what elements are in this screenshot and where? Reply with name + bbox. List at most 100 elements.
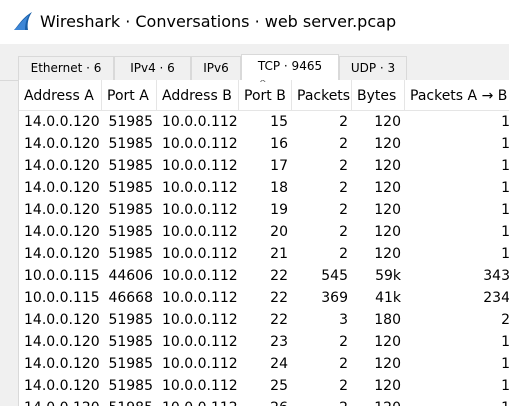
cell-address-a: 14.0.0.120 bbox=[24, 202, 100, 218]
cell-bytes: 41k bbox=[375, 290, 401, 306]
cell-address-b: 10.0.0.112 bbox=[162, 268, 238, 284]
cell-address-b: 10.0.0.112 bbox=[162, 246, 238, 262]
cell-address-a: 14.0.0.120 bbox=[24, 334, 100, 350]
cell-port-b: 20 bbox=[270, 224, 288, 240]
tab-tcp[interactable]: TCP · 9465 bbox=[241, 54, 339, 82]
column-header-packets[interactable]: Packets bbox=[292, 80, 352, 110]
cell-port-b: 24 bbox=[270, 356, 288, 372]
table-row[interactable]: 14.0.0.120 51985 10.0.0.112 22 3 1802 bbox=[19, 309, 509, 331]
table-row[interactable]: 14.0.0.120 51985 10.0.0.112 20 2 1201 bbox=[19, 221, 509, 243]
cell-port-b: 19 bbox=[270, 202, 288, 218]
table-row[interactable]: 14.0.0.120 51985 10.0.0.112 17 2 1201 bbox=[19, 155, 509, 177]
column-header-packets-a-to-b[interactable]: Packets A → B bbox=[405, 80, 509, 110]
cell-packets: 2 bbox=[339, 334, 348, 350]
cell-packets-a-to-b: 2 bbox=[405, 309, 509, 331]
tab-ethernet[interactable]: Ethernet · 6 bbox=[18, 56, 114, 80]
table-row[interactable]: 14.0.0.120 51985 10.0.0.112 24 2 1201 bbox=[19, 353, 509, 375]
sort-ascending-icon: ^ bbox=[259, 80, 267, 89]
cell-packets: 2 bbox=[292, 397, 352, 406]
column-header-port-b-label: Port B bbox=[244, 88, 286, 104]
cell-port-b: 17 bbox=[270, 158, 288, 174]
cell-port-b: 26 bbox=[239, 397, 292, 406]
cell-packets: 2 bbox=[339, 356, 348, 372]
cell-address-b: 10.0.0.112 bbox=[157, 397, 239, 406]
cell-address-a: 10.0.0.115 bbox=[24, 290, 100, 306]
cell-bytes: 120 bbox=[374, 334, 401, 350]
cell-bytes: 120 bbox=[374, 158, 401, 174]
cell-packets: 2 bbox=[339, 378, 348, 394]
cell-port-a: 46668 bbox=[108, 290, 153, 306]
table-row[interactable]: 10.0.0.115 46668 10.0.0.112 22 369 41k 234 bbox=[19, 287, 509, 309]
cell-packets-a-to-b: 1 bbox=[405, 353, 509, 375]
column-header-address-a[interactable]: Address A bbox=[19, 80, 102, 110]
cell-port-a: 51985 bbox=[108, 136, 153, 152]
cell-port-a: 51985 bbox=[108, 356, 153, 372]
table-row[interactable]: 14.0.0.120 51985 10.0.0.112 23 2 1201 bbox=[19, 331, 509, 353]
table-row[interactable]: 14.0.0.120 51985 10.0.0.112 25 2 1201 bbox=[19, 375, 509, 397]
cell-port-a: 51985 bbox=[108, 114, 153, 130]
cell-address-b: 10.0.0.112 bbox=[162, 202, 238, 218]
cell-address-a: 14.0.0.120 bbox=[24, 114, 100, 130]
cell-packets: 2 bbox=[339, 158, 348, 174]
tab-ipv6-label: IPv6 bbox=[203, 61, 229, 75]
cell-port-b: 21 bbox=[270, 246, 288, 262]
cell-port-b: 22 bbox=[270, 312, 288, 328]
conversation-tabs: Ethernet · 6 IPv4 · 6 IPv6 TCP · 9465 UD… bbox=[0, 54, 509, 82]
table-row[interactable]: 14.0.0.1205198510.0.0.1122621201 bbox=[19, 397, 509, 406]
cell-address-b: 10.0.0.112 bbox=[162, 378, 238, 394]
cell-bytes: 120 bbox=[374, 202, 401, 218]
cell-address-b: 10.0.0.112 bbox=[162, 114, 238, 130]
cell-port-a: 51985 bbox=[108, 312, 153, 328]
table-header: Address A Port A Address B Port B ^ Pack… bbox=[19, 80, 509, 111]
cell-packets: 2 bbox=[339, 180, 348, 196]
cell-port-a: 51985 bbox=[108, 378, 153, 394]
cell-packets-a-to-b: 1 bbox=[405, 133, 509, 155]
tab-ipv4-label: IPv4 · 6 bbox=[130, 61, 175, 75]
cell-port-a: 51985 bbox=[108, 334, 153, 350]
cell-bytes: 120 bbox=[374, 356, 401, 372]
cell-address-a: 14.0.0.120 bbox=[24, 378, 100, 394]
cell-bytes: 120 bbox=[374, 180, 401, 196]
tab-udp[interactable]: UDP · 3 bbox=[339, 56, 407, 80]
cell-bytes: 120 bbox=[352, 397, 405, 406]
cell-packets-a-to-b: 1 bbox=[405, 397, 509, 406]
cell-port-a: 51985 bbox=[108, 246, 153, 262]
cell-bytes: 180 bbox=[374, 312, 401, 328]
table-row[interactable]: 14.0.0.120 51985 10.0.0.112 18 2 1201 bbox=[19, 177, 509, 199]
tab-udp-label: UDP · 3 bbox=[350, 61, 396, 75]
cell-packets-a-to-b: 1 bbox=[405, 331, 509, 353]
cell-packets: 2 bbox=[339, 114, 348, 130]
table-row[interactable]: 14.0.0.120 51985 10.0.0.112 16 2 1201 bbox=[19, 133, 509, 155]
cell-packets-a-to-b: 1 bbox=[405, 155, 509, 177]
window-title: Wireshark · Conversations · web server.p… bbox=[40, 12, 397, 31]
cell-port-b: 23 bbox=[270, 334, 288, 350]
column-header-address-b[interactable]: Address B bbox=[157, 80, 239, 110]
tab-ipv4[interactable]: IPv4 · 6 bbox=[114, 56, 191, 80]
cell-packets-a-to-b: 1 bbox=[405, 111, 509, 133]
cell-address-b: 10.0.0.112 bbox=[162, 290, 238, 306]
cell-address-b: 10.0.0.112 bbox=[162, 224, 238, 240]
cell-bytes: 59k bbox=[375, 268, 401, 284]
table-row[interactable]: 14.0.0.120 51985 10.0.0.112 21 2 1201 bbox=[19, 243, 509, 265]
cell-port-b: 18 bbox=[270, 180, 288, 196]
column-header-port-a[interactable]: Port A bbox=[102, 80, 157, 110]
cell-packets: 3 bbox=[339, 312, 348, 328]
cell-address-b: 10.0.0.112 bbox=[162, 158, 238, 174]
cell-port-a: 51985 bbox=[108, 158, 153, 174]
cell-packets: 2 bbox=[339, 224, 348, 240]
cell-packets-a-to-b: 343 bbox=[483, 268, 509, 284]
conversations-table[interactable]: Address A Port A Address B Port B ^ Pack… bbox=[18, 80, 509, 406]
cell-packets-a-to-b: 1 bbox=[405, 221, 509, 243]
tab-ethernet-label: Ethernet · 6 bbox=[30, 61, 102, 75]
table-row[interactable]: 14.0.0.120 51985 10.0.0.112 19 2 1201 bbox=[19, 199, 509, 221]
column-header-bytes[interactable]: Bytes bbox=[352, 80, 405, 110]
cell-packets-a-to-b: 1 bbox=[405, 199, 509, 221]
cell-port-a: 51985 bbox=[108, 202, 153, 218]
cell-address-b: 10.0.0.112 bbox=[162, 136, 238, 152]
table-row[interactable]: 10.0.0.115 44606 10.0.0.112 22 545 59k 343 bbox=[19, 265, 509, 287]
table-row[interactable]: 14.0.0.120 51985 10.0.0.112 15 2 1201 bbox=[19, 111, 509, 133]
cell-address-a: 14.0.0.120 bbox=[24, 158, 100, 174]
cell-address-a: 10.0.0.115 bbox=[24, 268, 100, 284]
tab-ipv6[interactable]: IPv6 bbox=[191, 56, 241, 80]
cell-packets-a-to-b: 1 bbox=[405, 243, 509, 265]
